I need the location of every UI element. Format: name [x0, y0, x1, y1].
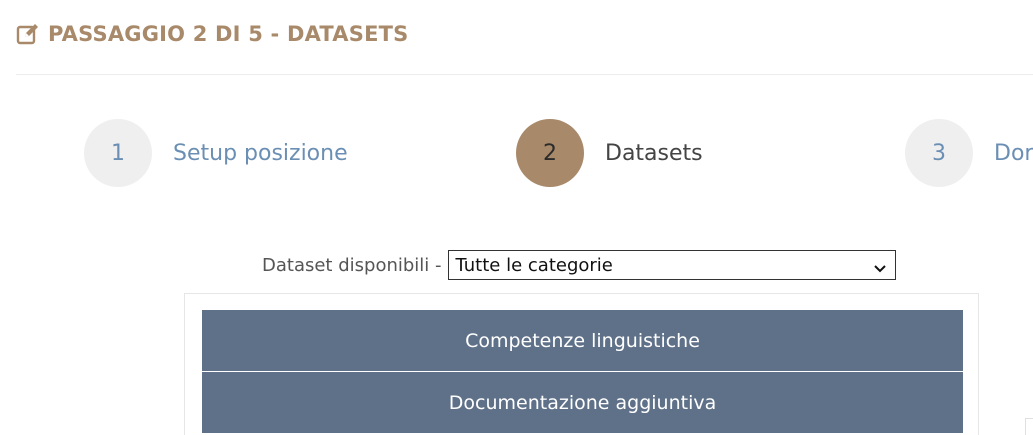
step-number: 3 — [905, 119, 973, 187]
scrollbar[interactable] — [1025, 418, 1033, 435]
step-3[interactable]: 3 Dor — [905, 119, 1033, 187]
step-number: 2 — [516, 119, 584, 187]
page-title: PASSAGGIO 2 DI 5 - DATASETS — [48, 22, 409, 46]
step-label: Setup posizione — [173, 140, 348, 166]
filter-label: Dataset disponibili - — [262, 254, 442, 276]
chevron-down-icon — [873, 259, 887, 273]
page: PASSAGGIO 2 DI 5 - DATASETS 1 Setup posi… — [0, 0, 1033, 435]
datasets-panel: Competenze linguistiche Documentazione a… — [184, 293, 979, 435]
edit-icon — [16, 22, 40, 46]
dataset-filter: Dataset disponibili - Tutte le categorie — [262, 249, 896, 281]
step-label: Dor — [994, 140, 1033, 166]
select-value: Tutte le categorie — [455, 254, 613, 276]
step-setup-posizione[interactable]: 1 Setup posizione — [84, 119, 348, 187]
step-number: 1 — [84, 119, 152, 187]
step-label: Datasets — [605, 140, 703, 166]
page-header: PASSAGGIO 2 DI 5 - DATASETS — [16, 18, 408, 50]
dataset-documentazione-aggiuntiva[interactable]: Documentazione aggiuntiva — [202, 372, 963, 433]
header-divider — [16, 74, 1033, 75]
dataset-competenze-linguistiche[interactable]: Competenze linguistiche — [202, 310, 963, 371]
category-select[interactable]: Tutte le categorie — [447, 250, 896, 280]
wizard-steps: 1 Setup posizione 2 Datasets 3 Dor — [0, 119, 1033, 189]
step-datasets[interactable]: 2 Datasets — [516, 119, 703, 187]
